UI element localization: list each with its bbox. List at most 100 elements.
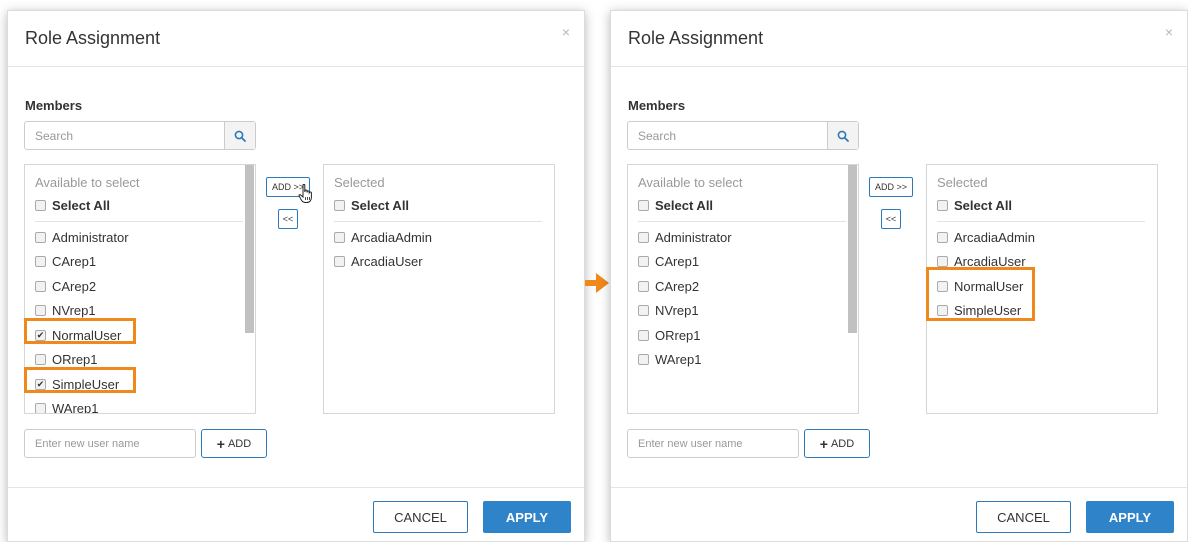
list-item[interactable]: ArcadiaAdmin xyxy=(324,225,554,250)
list-item[interactable]: Administrator xyxy=(25,225,255,250)
dialog-header: Role Assignment × xyxy=(611,11,1187,67)
scrollbar[interactable] xyxy=(848,165,857,333)
list-item-label: CArep1 xyxy=(52,254,97,270)
arrow-right-icon xyxy=(585,273,609,293)
list-item-label: ORrep1 xyxy=(52,352,98,368)
checkbox[interactable] xyxy=(638,354,649,366)
list-item-label: ArcadiaUser xyxy=(351,254,423,270)
select-all-label: Select All xyxy=(954,198,1013,213)
checkbox[interactable] xyxy=(937,256,948,268)
search-button[interactable] xyxy=(827,122,858,149)
list-item[interactable]: CArep1 xyxy=(628,250,858,275)
list-item[interactable]: ArcadiaAdmin xyxy=(927,225,1157,250)
add-user-label: ADD xyxy=(830,437,855,450)
list-item[interactable]: CArep2 xyxy=(628,274,858,299)
search-button[interactable] xyxy=(224,122,255,149)
selected-heading: Selected xyxy=(334,175,385,190)
checkbox[interactable] xyxy=(35,256,46,268)
selected-list: ArcadiaAdmin ArcadiaUser xyxy=(324,225,554,274)
search-input[interactable] xyxy=(628,122,828,149)
checkbox[interactable] xyxy=(638,200,649,211)
checkbox[interactable] xyxy=(334,231,345,243)
add-to-selected-button[interactable]: ADD >> xyxy=(869,177,913,197)
checkbox[interactable] xyxy=(35,280,46,292)
select-all-available[interactable]: Select All xyxy=(35,198,110,213)
footer-divider xyxy=(611,487,1187,488)
select-all-label: Select All xyxy=(351,198,410,213)
list-item-label: ArcadiaAdmin xyxy=(351,229,432,245)
search-input[interactable] xyxy=(25,122,225,149)
hand-pointer-icon xyxy=(298,184,312,203)
close-icon[interactable]: × xyxy=(1165,24,1173,40)
remove-from-selected-button[interactable]: << xyxy=(881,209,901,229)
highlight-moved-users xyxy=(926,267,1035,321)
checkbox[interactable] xyxy=(334,256,345,268)
checkbox[interactable] xyxy=(35,354,46,366)
role-assignment-dialog-before: Role Assignment × Members Available to s… xyxy=(7,10,585,542)
close-icon[interactable]: × xyxy=(562,24,570,40)
select-all-label: Select All xyxy=(52,198,111,213)
apply-button[interactable]: APPLY xyxy=(483,501,571,533)
footer-divider xyxy=(8,487,584,488)
highlight-simpleuser xyxy=(24,367,136,393)
select-all-selected[interactable]: Select All xyxy=(334,198,409,213)
add-user-button[interactable]: + ADD xyxy=(201,429,267,458)
search-box xyxy=(627,121,859,150)
search-icon xyxy=(837,130,849,142)
checkbox[interactable] xyxy=(35,305,46,317)
checkbox[interactable] xyxy=(937,231,948,243)
list-item[interactable]: CArep1 xyxy=(25,250,255,275)
list-item[interactable]: CArep2 xyxy=(25,274,255,299)
list-item[interactable]: NVrep1 xyxy=(628,299,858,324)
list-item-label: NVrep1 xyxy=(655,303,699,319)
checkbox[interactable] xyxy=(937,200,948,211)
checkbox[interactable] xyxy=(334,200,345,211)
list-item[interactable]: Administrator xyxy=(628,225,858,250)
list-item-label: Administrator xyxy=(52,229,129,245)
add-user-label: ADD xyxy=(227,437,252,450)
members-label: Members xyxy=(628,98,686,113)
checkbox[interactable] xyxy=(638,231,649,243)
list-item[interactable]: ArcadiaUser xyxy=(324,250,554,275)
list-item-label: CArep2 xyxy=(52,278,97,294)
highlight-normaluser xyxy=(24,318,136,344)
list-item[interactable]: WArep1 xyxy=(25,397,255,414)
plus-icon: + xyxy=(216,435,225,452)
dialog-header: Role Assignment × xyxy=(8,11,584,67)
new-user-name-input[interactable] xyxy=(24,429,196,458)
divider xyxy=(638,221,846,222)
checkbox[interactable] xyxy=(638,256,649,268)
checkbox[interactable] xyxy=(638,280,649,292)
list-item-label: NVrep1 xyxy=(52,303,96,319)
checkbox[interactable] xyxy=(35,403,46,413)
select-all-available[interactable]: Select All xyxy=(638,198,713,213)
apply-button[interactable]: APPLY xyxy=(1086,501,1174,533)
list-item[interactable]: WArep1 xyxy=(628,348,858,373)
cancel-button[interactable]: CANCEL xyxy=(976,501,1071,533)
cancel-button[interactable]: CANCEL xyxy=(373,501,468,533)
checkbox[interactable] xyxy=(35,200,46,211)
dialog-title: Role Assignment xyxy=(628,28,764,48)
role-assignment-dialog-after: Role Assignment × Members Available to s… xyxy=(610,10,1188,542)
divider xyxy=(937,221,1145,222)
list-item-label: WArep1 xyxy=(655,352,702,368)
list-item-label: WArep1 xyxy=(52,401,99,414)
select-all-label: Select All xyxy=(655,198,714,213)
checkbox[interactable] xyxy=(35,231,46,243)
list-item-label: ArcadiaAdmin xyxy=(954,229,1035,245)
checkbox[interactable] xyxy=(638,305,649,317)
members-label: Members xyxy=(25,98,83,113)
new-user-name-input[interactable] xyxy=(627,429,799,458)
search-box xyxy=(24,121,256,150)
list-item[interactable]: ORrep1 xyxy=(628,323,858,348)
checkbox[interactable] xyxy=(638,329,649,341)
scrollbar[interactable] xyxy=(245,165,254,333)
add-user-button[interactable]: + ADD xyxy=(804,429,870,458)
divider xyxy=(35,221,243,222)
list-item-label: CArep1 xyxy=(655,254,700,270)
select-all-selected[interactable]: Select All xyxy=(937,198,1012,213)
available-list: Administrator CArep1 CArep2 NVrep1 ORrep1 WAr… xyxy=(628,225,858,372)
remove-from-selected-button[interactable]: << xyxy=(278,209,298,229)
list-item-label: CArep2 xyxy=(655,278,700,294)
dialog-title: Role Assignment xyxy=(25,28,161,48)
